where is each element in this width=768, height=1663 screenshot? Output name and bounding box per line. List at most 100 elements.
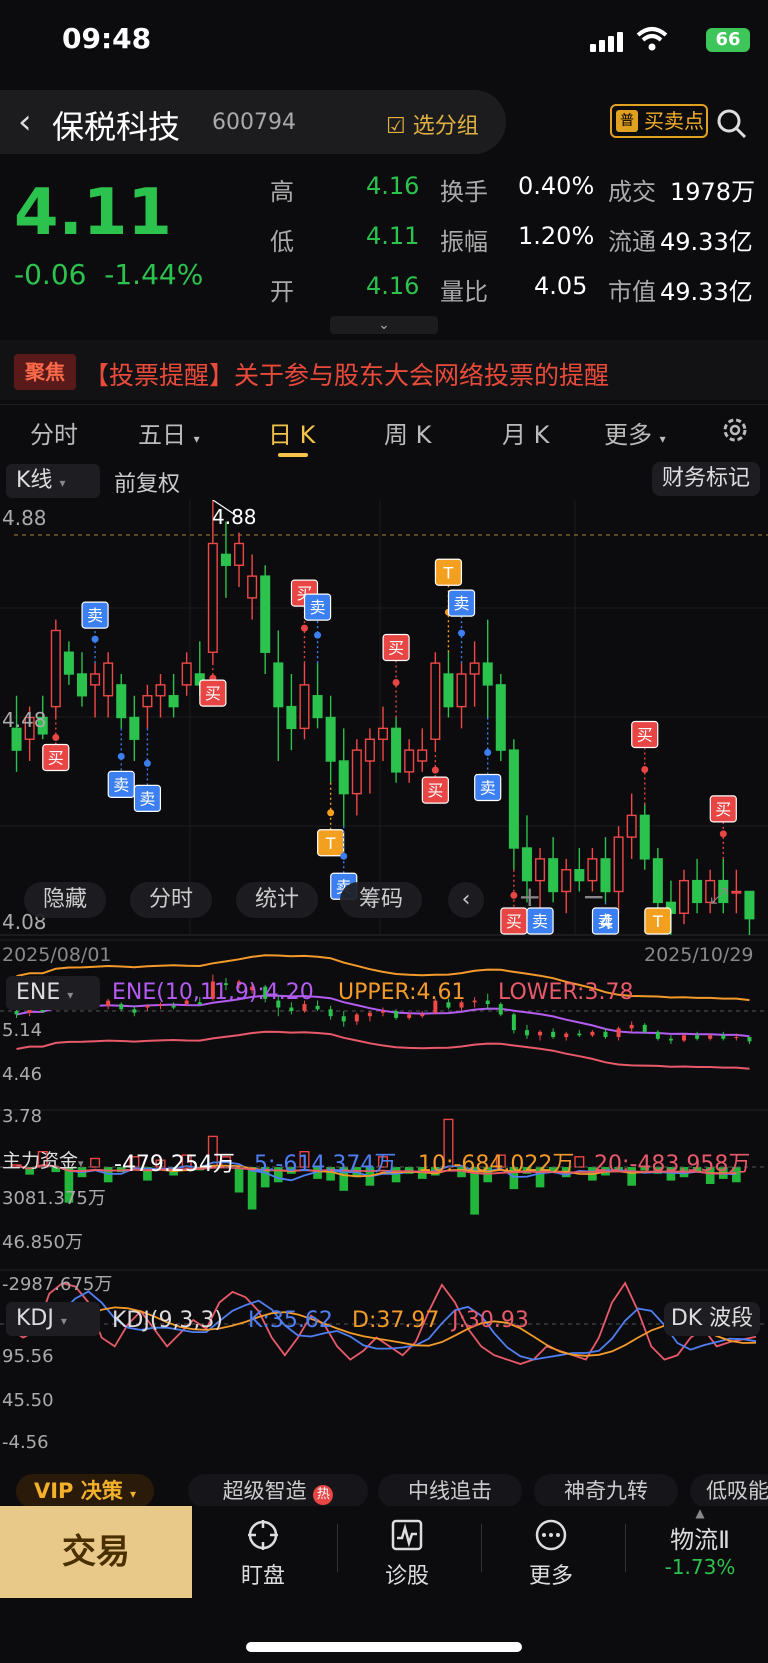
candle-body (626, 814, 637, 838)
mini-candle (603, 1031, 608, 1038)
clock: 09:48 (62, 22, 152, 55)
marker-label: 买 (506, 912, 522, 931)
kline-date-start: 2025/08/01 (2, 944, 112, 966)
stat-label: 高 (270, 178, 294, 206)
mini-candle (721, 1035, 726, 1039)
bs-label: 买卖点 (644, 109, 704, 133)
watch-button[interactable]: 盯盘 (208, 1518, 318, 1590)
dk-band-button[interactable]: DK 波段 (664, 1302, 760, 1336)
divider (337, 1524, 338, 1572)
kdj-k: K:35.62 (248, 1308, 333, 1333)
mini-candle (381, 1011, 385, 1013)
zoom-out-icon[interactable]: − (582, 880, 605, 913)
mini-candle (485, 1000, 490, 1005)
tab-monthly-k[interactable]: 月 K (502, 415, 549, 450)
candle-body (76, 673, 88, 697)
kdj-ytop: 95.56 (2, 1346, 54, 1367)
strategy-chip[interactable]: 中线追击 (378, 1474, 522, 1508)
stock-code: 600794 (212, 110, 296, 135)
kdj-indicator-select[interactable]: KDJ ▾ (6, 1302, 100, 1336)
stat-value: 4.05 (534, 272, 588, 300)
diagnose-button[interactable]: 诊股 (352, 1518, 462, 1590)
stat-value: 1978万 (670, 178, 756, 206)
kline-type-select[interactable]: K线 ▾ (6, 464, 100, 498)
candle-body (286, 705, 297, 730)
buy-sell-point-button[interactable]: 普 买卖点 (610, 104, 708, 138)
candle-body (508, 749, 519, 849)
tab-intraday[interactable]: 分时 (30, 415, 78, 450)
candle-body (377, 727, 389, 740)
strategy-chip[interactable]: 低吸能 (690, 1474, 768, 1508)
chips-button[interactable]: 筹码 (340, 882, 422, 918)
marker-label: T (325, 834, 336, 853)
stat-label: 流通 (608, 228, 656, 256)
candle-body (90, 673, 101, 686)
divider (481, 1524, 482, 1572)
sector-quote[interactable]: ▲ 物流Ⅱ -1.73% (640, 1506, 760, 1579)
stat-value: 4.11 (366, 222, 420, 250)
select-group-button[interactable]: ☑ 选分组 (386, 108, 479, 140)
price-change: -0.06 -1.44% (14, 258, 203, 291)
candle-body (247, 575, 258, 599)
candle-body (652, 858, 663, 904)
mini-candle (498, 1004, 503, 1015)
candle-body (129, 716, 140, 740)
candle-body (181, 662, 192, 686)
capital-ymid: 46.850万 (2, 1232, 83, 1253)
more-button[interactable]: 更多 (496, 1518, 606, 1590)
candle-body (338, 760, 349, 795)
tab-five-day[interactable]: 五日 ▾ (138, 415, 200, 450)
capital-5: 5:-614.374万 (254, 1152, 397, 1177)
marker-label: 卖 (454, 594, 470, 613)
fullscreen-icon[interactable]: ⤢ (710, 884, 728, 909)
statistics-button[interactable]: 统计 (236, 882, 318, 918)
tab-weekly-k[interactable]: 周 K (384, 415, 431, 450)
candle-body (417, 749, 428, 762)
adjust-mode[interactable]: 前复权 (114, 466, 180, 498)
kline-subheader: K线 ▾ 前复权 财务标记 (0, 460, 768, 500)
gear-icon[interactable] (720, 415, 750, 445)
news-banner[interactable]: 聚焦 【投票提醒】关于参与股东大会网络投票的提醒 (0, 340, 768, 400)
bottom-nav: 交易 盯盘 诊股 更多 ▲ 物流Ⅱ -1.73% (0, 1506, 768, 1606)
capital-ybot: -2987.675万 (2, 1274, 113, 1295)
marker-label: T (443, 563, 454, 582)
capital-indicator-select[interactable]: 主力资金▾ (2, 1146, 84, 1173)
candle-body (731, 890, 742, 894)
chevron-left-icon[interactable]: ‹ (448, 882, 484, 918)
marker-label: 买 (715, 800, 731, 819)
zoom-in-icon[interactable]: + (518, 880, 541, 913)
mini-candle (367, 1012, 372, 1017)
hide-button[interactable]: 隐藏 (24, 882, 106, 918)
mini-candle (642, 1024, 647, 1032)
stat-label: 振幅 (440, 228, 488, 256)
strategy-chip[interactable]: 神奇九转 (534, 1474, 678, 1508)
stat-value: 49.33亿 (660, 278, 753, 306)
strategy-chip[interactable]: 超级智造 热 (188, 1474, 368, 1508)
tab-daily-k[interactable]: 日 K (268, 415, 315, 450)
mini-candle (668, 1038, 673, 1041)
select-group-label: 选分组 (412, 114, 479, 139)
capital-ytop: 3081.375万 (2, 1188, 106, 1209)
marker-label: 卖 (310, 598, 326, 617)
mini-candle (106, 1000, 111, 1006)
candle-body (364, 738, 375, 762)
expand-quote-chevron-icon[interactable]: ⌄ (330, 316, 438, 334)
marker-label: 卖 (532, 912, 548, 931)
stat-value: 1.20% (518, 222, 595, 250)
kdj-j: J:30.93 (452, 1308, 529, 1333)
search-icon[interactable] (716, 108, 748, 140)
mini-candle (616, 1028, 621, 1038)
period-tabs: 分时 五日 ▾ 日 K 周 K 月 K 更多 ▾ (0, 404, 768, 457)
change-value: -0.06 (14, 258, 87, 291)
tab-more[interactable]: 更多 ▾ (604, 415, 666, 450)
intraday-overlay-button[interactable]: 分时 (130, 882, 212, 918)
ene-upper: UPPER:4.61 (338, 980, 466, 1005)
candle-body (692, 879, 703, 904)
trade-button[interactable]: 交易 (0, 1506, 192, 1598)
back-arrow-icon[interactable]: ‹ (18, 102, 32, 142)
vip-decision-button[interactable]: VIP 决策 ▾ (16, 1474, 154, 1508)
finance-mark-button[interactable]: 财务标记 (652, 462, 760, 496)
capital-20: 20:-483.958万 (594, 1152, 751, 1177)
ene-indicator-select[interactable]: ENE ▾ (6, 976, 100, 1010)
candle-body (207, 542, 218, 653)
